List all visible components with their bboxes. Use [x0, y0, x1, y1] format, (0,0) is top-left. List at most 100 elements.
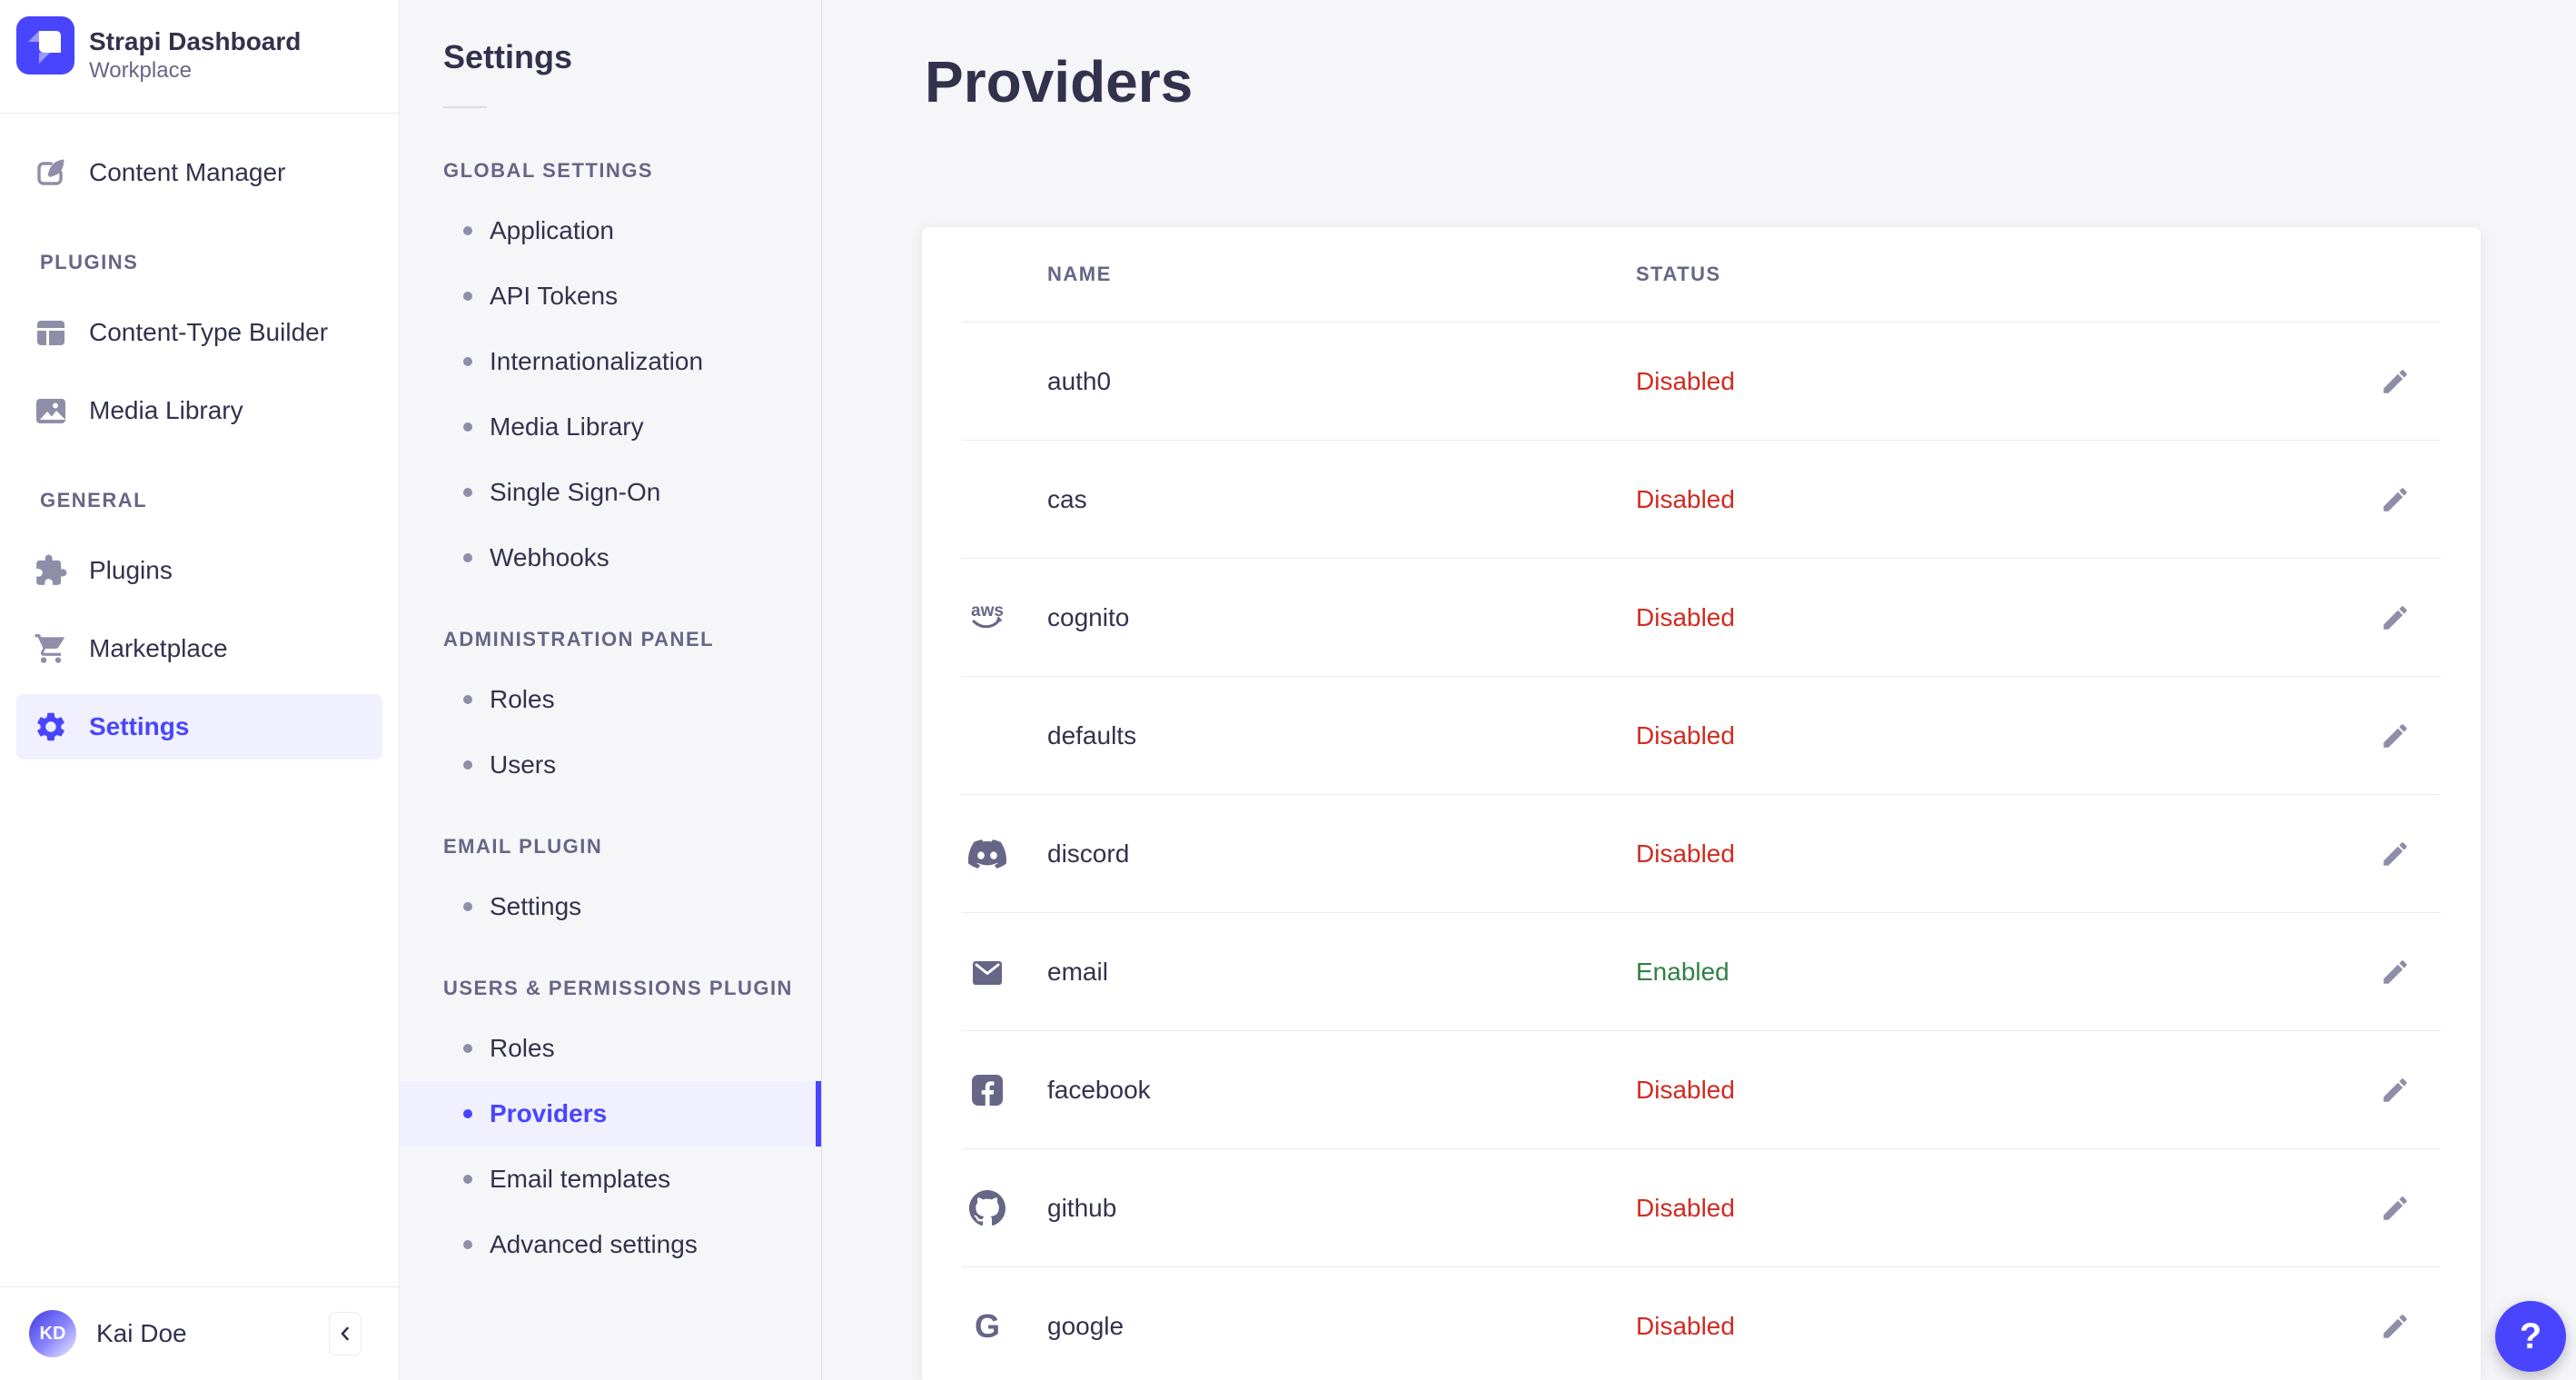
- sidebar-item-label: Media Library: [89, 396, 243, 424]
- subnav-item-internationalization[interactable]: Internationalization: [400, 329, 821, 394]
- app-root: Strapi Dashboard Workplace Content Manag…: [0, 0, 2576, 1380]
- status-badge: Disabled: [1636, 1193, 1735, 1222]
- puzzle-icon: [33, 552, 69, 589]
- subnav-item-label: Roles: [490, 1034, 555, 1062]
- user-row: KD Kai Doe: [0, 1286, 399, 1380]
- status-badge: Disabled: [1636, 839, 1735, 868]
- table-row-facebook: facebook Disabled: [962, 1030, 2441, 1148]
- table-row-email: email Enabled: [962, 912, 2441, 1030]
- sidebar-item-label: Settings: [89, 712, 190, 740]
- subnav-item-label: Webhooks: [490, 543, 609, 571]
- google-icon: G: [962, 1308, 1013, 1345]
- bullet-dot: [463, 422, 472, 432]
- sidebar-item-content-manager[interactable]: Content Manager: [16, 140, 382, 205]
- table-row-discord: discord Disabled: [962, 794, 2441, 912]
- status-badge: Disabled: [1636, 602, 1735, 631]
- bullet-dot: [463, 760, 472, 769]
- bullet-dot: [463, 488, 472, 497]
- content-type-builder-icon: [33, 314, 69, 351]
- sidebar-item-marketplace[interactable]: Marketplace: [16, 616, 382, 681]
- edit-provider-button[interactable]: [2368, 945, 2422, 999]
- edit-provider-button[interactable]: [2368, 1299, 2422, 1354]
- subnav-item-label: API Tokens: [490, 282, 619, 310]
- pencil-icon: [2380, 602, 2411, 633]
- provider-name: auth0: [1047, 366, 1112, 395]
- provider-name: facebook: [1047, 1075, 1151, 1104]
- status-badge: Disabled: [1636, 484, 1735, 513]
- subnav-item-providers[interactable]: Providers: [400, 1081, 821, 1147]
- cart-icon: [33, 630, 69, 667]
- subnav-item-email-settings[interactable]: Settings: [400, 874, 821, 939]
- facebook-icon: [962, 1072, 1013, 1108]
- user-name: Kai Doe: [96, 1319, 187, 1347]
- avatar[interactable]: KD: [29, 1310, 76, 1357]
- status-badge: Disabled: [1636, 366, 1735, 395]
- subnav-item-label: Application: [490, 216, 614, 244]
- status-badge: Disabled: [1636, 720, 1735, 750]
- bullet-dot: [463, 695, 472, 704]
- pencil-icon: [2380, 839, 2411, 869]
- workspace-switcher[interactable]: Strapi Dashboard Workplace: [0, 0, 399, 114]
- main-sidebar: Strapi Dashboard Workplace Content Manag…: [0, 0, 400, 1380]
- subnav-item-label: Internationalization: [490, 347, 704, 375]
- workspace-name: Workplace: [89, 58, 192, 83]
- edit-provider-button[interactable]: [2368, 1063, 2422, 1117]
- subnav-item-single-sign-on[interactable]: Single Sign-On: [400, 460, 821, 525]
- table-row-github: github Disabled: [962, 1148, 2441, 1266]
- envelope-icon: [962, 954, 1013, 990]
- app-title: Strapi Dashboard: [89, 27, 302, 55]
- subnav-item-admin-roles[interactable]: Roles: [400, 667, 821, 732]
- gear-icon: [33, 709, 69, 745]
- subnav-item-email-templates[interactable]: Email templates: [400, 1147, 821, 1212]
- subnav-section-email-plugin: EMAIL PLUGIN: [443, 835, 603, 858]
- pencil-icon: [2380, 366, 2411, 397]
- edit-provider-button[interactable]: [2368, 591, 2422, 645]
- pencil-icon: [2380, 1075, 2411, 1106]
- subnav-item-advanced-settings[interactable]: Advanced settings: [400, 1212, 821, 1277]
- table-row-auth0: auth0 Disabled: [962, 322, 2441, 440]
- provider-name: discord: [1047, 839, 1130, 868]
- subnav-item-application[interactable]: Application: [400, 198, 821, 263]
- edit-provider-button[interactable]: [2368, 354, 2422, 409]
- sidebar-section-general: GENERAL: [40, 489, 148, 511]
- pencil-icon: [2380, 1193, 2411, 1224]
- table-header: NAME STATUS: [962, 227, 2441, 322]
- sidebar-item-label: Content-Type Builder: [89, 318, 329, 346]
- sidebar-item-label: Plugins: [89, 556, 173, 584]
- subnav-item-label: Users: [490, 750, 557, 779]
- subnav-item-api-tokens[interactable]: API Tokens: [400, 263, 821, 329]
- content-manager-icon: [33, 154, 69, 191]
- edit-provider-button[interactable]: [2368, 1181, 2422, 1236]
- subnav-item-label: Providers: [490, 1099, 608, 1127]
- main-content: Providers NAME STATUS auth0 Disabled cas…: [822, 0, 2576, 1380]
- github-icon: [962, 1189, 1013, 1226]
- bullet-dot: [463, 553, 472, 562]
- sidebar-item-settings[interactable]: Settings: [16, 694, 382, 759]
- collapse-sidebar-button[interactable]: [329, 1312, 362, 1355]
- subnav-item-webhooks[interactable]: Webhooks: [400, 525, 821, 591]
- status-badge: Enabled: [1636, 957, 1729, 986]
- provider-name: defaults: [1047, 720, 1137, 750]
- edit-provider-button[interactable]: [2368, 709, 2422, 763]
- settings-subnav: Settings GLOBAL SETTINGS Application API…: [400, 0, 822, 1380]
- subnav-item-up-roles[interactable]: Roles: [400, 1016, 821, 1081]
- edit-provider-button[interactable]: [2368, 472, 2422, 527]
- provider-name: github: [1047, 1193, 1117, 1222]
- svg-text:G: G: [975, 1308, 1000, 1345]
- sidebar-item-plugins[interactable]: Plugins: [16, 538, 382, 603]
- bullet-dot: [463, 1044, 472, 1053]
- sidebar-item-content-type-builder[interactable]: Content-Type Builder: [16, 300, 382, 365]
- subnav-item-media-library[interactable]: Media Library: [400, 394, 821, 460]
- column-header-status: STATUS: [1636, 263, 1721, 285]
- sidebar-item-media-library[interactable]: Media Library: [16, 378, 382, 443]
- edit-provider-button[interactable]: [2368, 827, 2422, 881]
- status-badge: Disabled: [1636, 1075, 1735, 1104]
- subnav-item-label: Single Sign-On: [490, 478, 661, 506]
- help-button[interactable]: ?: [2495, 1301, 2566, 1372]
- table-row-google: G google Disabled: [962, 1266, 2441, 1380]
- providers-table-card: NAME STATUS auth0 Disabled cas Disabled: [922, 227, 2481, 1380]
- subnav-item-label: Settings: [490, 892, 582, 920]
- subnav-item-admin-users[interactable]: Users: [400, 732, 821, 798]
- sidebar-section-plugins: PLUGINS: [40, 251, 139, 273]
- page-title: Providers: [925, 49, 1194, 114]
